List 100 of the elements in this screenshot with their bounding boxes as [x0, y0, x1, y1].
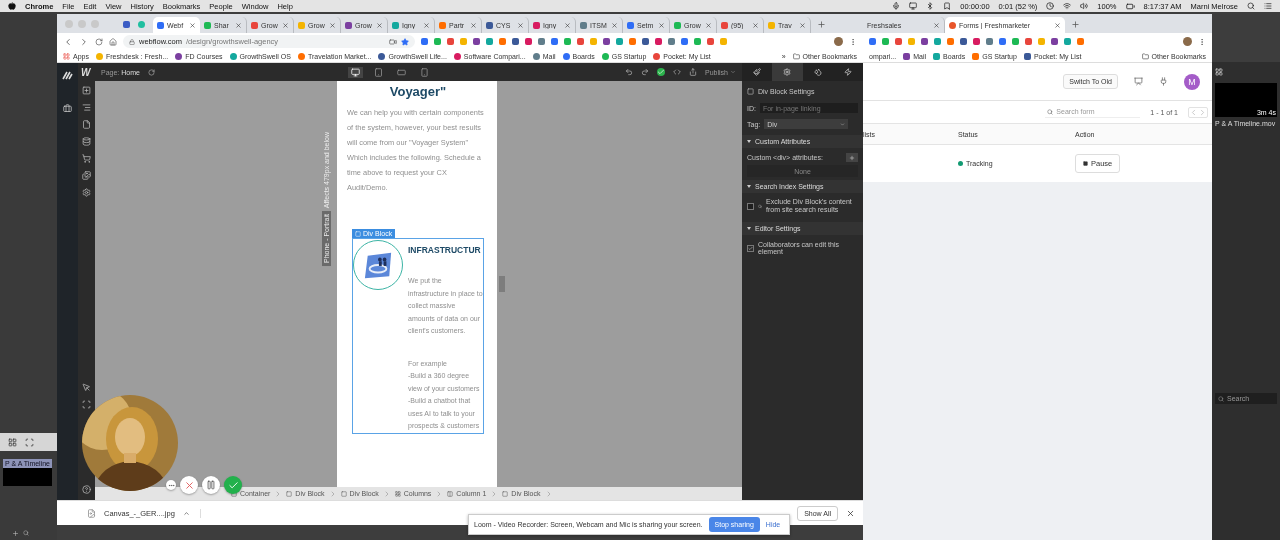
close-icon[interactable] — [799, 21, 806, 29]
cart-icon[interactable] — [82, 154, 91, 163]
stripes-icon[interactable] — [62, 71, 73, 80]
apple-icon[interactable] — [8, 2, 16, 10]
favicon-icon — [486, 21, 493, 29]
mic-icon[interactable] — [892, 2, 901, 10]
crop-icon[interactable] — [25, 437, 34, 447]
folder-icon — [1141, 52, 1149, 60]
pinned-tab-icon[interactable] — [138, 21, 145, 28]
back-icon[interactable] — [63, 36, 73, 47]
close-icon[interactable] — [611, 21, 618, 29]
close-icon[interactable] — [933, 21, 940, 29]
menu-icon[interactable] — [849, 37, 857, 46]
reload-icon[interactable] — [95, 37, 103, 46]
add-icon[interactable] — [82, 86, 91, 95]
close-icon[interactable] — [282, 21, 289, 29]
home-icon[interactable] — [109, 37, 117, 46]
volume-icon[interactable] — [1080, 2, 1089, 10]
navigator-icon[interactable] — [82, 103, 91, 112]
close-icon[interactable] — [376, 21, 383, 29]
add-attribute-button[interactable] — [846, 153, 858, 162]
refresh-icon[interactable] — [148, 68, 155, 76]
arrange-icon[interactable] — [8, 437, 17, 447]
close-icon[interactable] — [752, 21, 759, 29]
plus-icon — [849, 154, 855, 161]
add-icon[interactable] — [12, 529, 19, 537]
close-icon[interactable] — [1054, 21, 1061, 29]
code-icon[interactable] — [673, 68, 682, 76]
pages-icon[interactable] — [82, 120, 91, 129]
phone-icon — [420, 67, 429, 77]
drops-icon — [813, 68, 822, 76]
close-icon[interactable] — [564, 21, 571, 29]
collaborators-checkbox[interactable] — [747, 244, 754, 252]
close-icon[interactable] — [517, 21, 524, 29]
close-icon[interactable] — [423, 21, 430, 29]
close-icon[interactable] — [705, 21, 712, 29]
help-icon[interactable] — [82, 485, 91, 494]
pinned-tab-icon[interactable] — [123, 21, 130, 28]
menu-icon[interactable] — [1198, 37, 1206, 46]
search-icon[interactable] — [1247, 2, 1255, 10]
presentation-icon[interactable] — [1134, 77, 1143, 86]
favicon-icon — [157, 21, 164, 29]
wifi-icon[interactable] — [1063, 2, 1072, 10]
bluetooth-icon[interactable] — [926, 2, 935, 10]
settings-tab[interactable] — [772, 63, 803, 81]
folder-icon — [792, 52, 800, 60]
briefcase-icon[interactable] — [63, 104, 72, 113]
favicon-icon — [229, 52, 237, 60]
close-icon[interactable] — [235, 21, 242, 29]
columns-icon — [447, 490, 454, 497]
monitor-icon[interactable] — [909, 2, 918, 10]
favicon-icon — [1023, 52, 1031, 60]
favicon-icon — [175, 52, 183, 60]
database-icon[interactable] — [82, 137, 91, 146]
close-icon[interactable] — [846, 508, 855, 518]
status-dot — [958, 161, 963, 166]
file-icon — [87, 508, 96, 518]
disclosure-icon — [747, 185, 751, 188]
favicon-icon — [949, 21, 956, 29]
favicon-icon — [601, 52, 609, 60]
logo: W — [81, 66, 92, 78]
grid-icon[interactable] — [1215, 68, 1223, 76]
user-avatar[interactable]: M — [1184, 73, 1200, 90]
capture-icon[interactable] — [82, 400, 91, 409]
new-tab-icon[interactable] — [817, 20, 826, 29]
heading: Voyager" — [388, 84, 448, 99]
plug-icon[interactable] — [1159, 77, 1168, 86]
profile-avatar[interactable] — [1183, 37, 1192, 46]
export-icon[interactable] — [689, 68, 698, 76]
assets-icon[interactable] — [82, 171, 91, 180]
resize-handle[interactable] — [499, 276, 505, 292]
battery-icon[interactable] — [1125, 1, 1135, 11]
exclude-checkbox[interactable] — [747, 202, 754, 210]
star-icon[interactable] — [401, 37, 409, 46]
desktop-view-button[interactable] — [348, 66, 363, 78]
forward-icon[interactable] — [79, 36, 89, 47]
close-icon[interactable] — [329, 21, 336, 29]
saved-icon — [657, 68, 666, 76]
close-icon[interactable] — [470, 21, 477, 29]
favicon-icon — [972, 52, 980, 60]
pause-icon — [206, 480, 216, 490]
selected-element[interactable] — [352, 238, 484, 434]
check-icon — [227, 479, 239, 491]
more-button[interactable] — [166, 480, 176, 490]
list-icon[interactable] — [1264, 2, 1272, 10]
bookmark-icon[interactable] — [943, 2, 952, 10]
close-icon[interactable] — [658, 21, 665, 29]
close-icon[interactable] — [189, 21, 196, 29]
redo-icon[interactable] — [641, 68, 650, 76]
favicon-icon — [721, 21, 728, 29]
profile-avatar[interactable] — [834, 37, 843, 46]
zoom-icon[interactable] — [23, 530, 29, 536]
clock-icon[interactable] — [1046, 2, 1055, 10]
new-tab-icon[interactable] — [1071, 20, 1080, 29]
select-icon[interactable] — [82, 383, 91, 392]
favicon-icon — [653, 52, 661, 60]
undo-icon[interactable] — [625, 68, 634, 76]
settings-icon[interactable] — [82, 188, 91, 197]
lightning-icon — [843, 68, 852, 76]
camera-icon[interactable] — [389, 37, 397, 46]
